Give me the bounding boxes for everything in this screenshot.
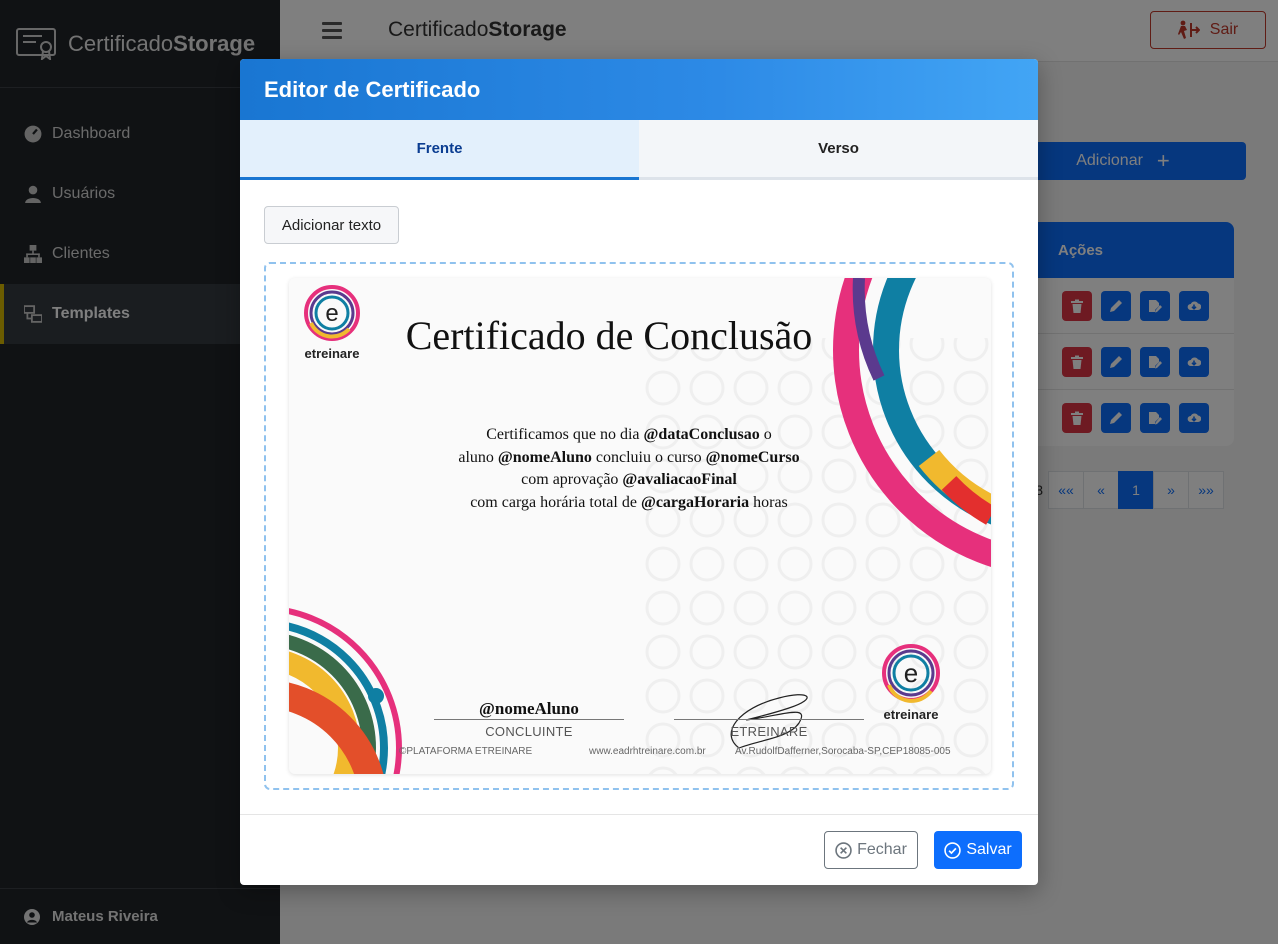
footer-address: Av.RudolfDafferner,Sorocaba-SP,CEP18085-… [735,746,951,757]
modal-header: Editor de Certificado [240,59,1038,120]
check-circle-icon [944,841,962,859]
certificate-body-text[interactable]: Certificamos que no dia @dataConclusao o… [389,424,869,514]
certificate-editor-modal: Editor de Certificado Frente Verso Adici… [240,59,1038,885]
close-label: Fechar [857,841,907,858]
svg-text:e: e [904,658,918,688]
certificate-variable: @cargaHoraria [640,493,750,511]
certificate-text-fragment: o [759,426,772,443]
modal-title: Editor de Certificado [264,76,481,102]
certificate-variable: @nomeCurso [705,448,800,466]
signature-line [674,719,864,720]
signature-student-name[interactable]: @nomeAluno [434,699,624,719]
tab-verso[interactable]: Verso [639,120,1038,180]
certificate-variable: @avaliacaoFinal [622,471,737,488]
svg-text:e: e [325,300,338,327]
signature-line [434,719,624,720]
tab-frente[interactable]: Frente [240,120,639,180]
modal-footer: Fechar Salvar [240,814,1038,885]
etreinare-logo-icon: e etreinare [882,644,940,722]
signature-label-concluinte: CONCLUINTE [485,724,573,739]
certificate-variable: @dataConclusao [643,426,760,443]
certificate-title[interactable]: Certificado de Conclusão [389,312,829,359]
signature-label-etreinare: ETREINARE [730,724,808,739]
etreinare-logo-icon: e etreinare [304,285,360,361]
certificate-text-fragment: Certificamos que no dia [486,426,644,443]
certificate-canvas[interactable]: e etreinare Certificado de Conclusão Cer… [264,262,1014,790]
close-circle-icon [835,841,852,859]
certificate-text-fragment: horas [749,493,788,511]
certificate-variable: @nomeAluno [497,448,592,466]
certificate-text-fragment: concluiu o curso [591,448,706,466]
add-text-button[interactable]: Adicionar texto [264,206,399,244]
save-label: Salvar [966,841,1012,858]
editor-tabs: Frente Verso [240,120,1038,180]
modal-body: Adicionar texto e etreinare Certificado … [240,180,1038,814]
certificate-preview: e etreinare Certificado de Conclusão Cer… [289,278,991,774]
close-button[interactable]: Fechar [824,831,918,869]
footer-copyright: ©PLATAFORMA ETREINARE [399,746,533,757]
svg-text:etreinare: etreinare [305,346,360,361]
certificate-text-fragment: aluno [458,448,498,466]
footer-website: www.eadrhtreinare.com.br [589,746,706,757]
svg-text:etreinare: etreinare [884,707,939,722]
certificate-text-fragment: com carga horária total de [470,493,641,511]
save-button[interactable]: Salvar [934,831,1022,869]
certificate-text-fragment: com aprovação [521,471,623,488]
